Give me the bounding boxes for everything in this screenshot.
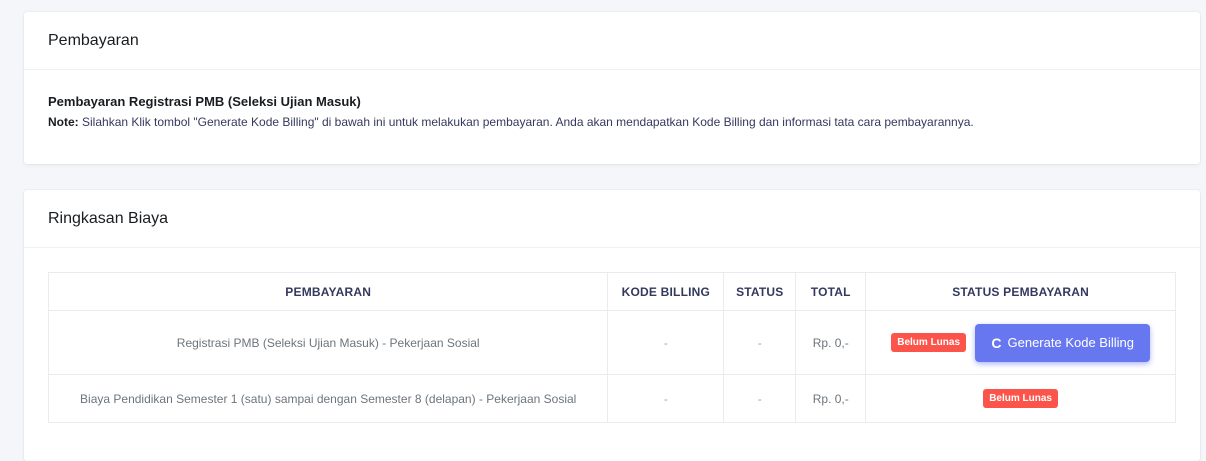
refresh-icon: C [991, 334, 1002, 351]
table-row: Registrasi PMB (Seleksi Ujian Masuk) - P… [47, 310, 1176, 375]
cell-status-pembayaran: Belum Lunas C Generate Kode Billing [865, 310, 1176, 375]
column-header-pembayaran: PEMBAYARAN [47, 272, 609, 311]
summary-card-body: PEMBAYARAN KODE BILLING STATUS TOTAL STA… [24, 248, 1200, 447]
column-header-total: TOTAL [795, 272, 867, 311]
cell-kode-billing: - [607, 310, 725, 375]
payment-title: Pembayaran Registrasi PMB (Seleksi Ujian… [48, 94, 361, 109]
cell-status-pembayaran: Belum Lunas [865, 374, 1176, 423]
generate-button-label: Generate Kode Billing [1007, 335, 1134, 350]
table-header-row: PEMBAYARAN KODE BILLING STATUS TOTAL STA… [47, 272, 1176, 311]
payment-card-body: Pembayaran Registrasi PMB (Seleksi Ujian… [24, 70, 1200, 153]
payment-note: Note: Silahkan Klik tombol "Generate Kod… [48, 115, 1176, 129]
cell-total: Rp. 0,- [795, 374, 867, 423]
payment-card: Pembayaran Pembayaran Registrasi PMB (Se… [24, 12, 1200, 164]
cell-pembayaran: Biaya Pendidikan Semester 1 (satu) sampa… [47, 374, 609, 423]
column-header-status: STATUS [723, 272, 797, 311]
table-row: Biaya Pendidikan Semester 1 (satu) sampa… [47, 374, 1176, 423]
fee-summary-table: PEMBAYARAN KODE BILLING STATUS TOTAL STA… [47, 272, 1176, 423]
generate-kode-billing-button[interactable]: C Generate Kode Billing [975, 323, 1150, 362]
status-badge: Belum Lunas [891, 333, 967, 352]
summary-card-header: Ringkasan Biaya [24, 190, 1200, 248]
status-badge: Belum Lunas [983, 389, 1058, 408]
note-text: Silahkan Klik tombol "Generate Kode Bill… [78, 115, 974, 129]
cell-kode-billing: - [607, 374, 725, 423]
summary-card: Ringkasan Biaya PEMBAYARAN KODE BILLING … [24, 190, 1200, 461]
cell-pembayaran: Registrasi PMB (Seleksi Ujian Masuk) - P… [47, 310, 609, 375]
column-header-kode-billing: KODE BILLING [607, 272, 725, 311]
cell-status: - [723, 374, 797, 423]
cell-status: - [723, 310, 797, 375]
cell-total: Rp. 0,- [795, 310, 867, 375]
note-label: Note: [48, 115, 79, 129]
payment-card-header: Pembayaran [24, 12, 1200, 70]
column-header-status-pembayaran: STATUS PEMBAYARAN [865, 272, 1176, 311]
